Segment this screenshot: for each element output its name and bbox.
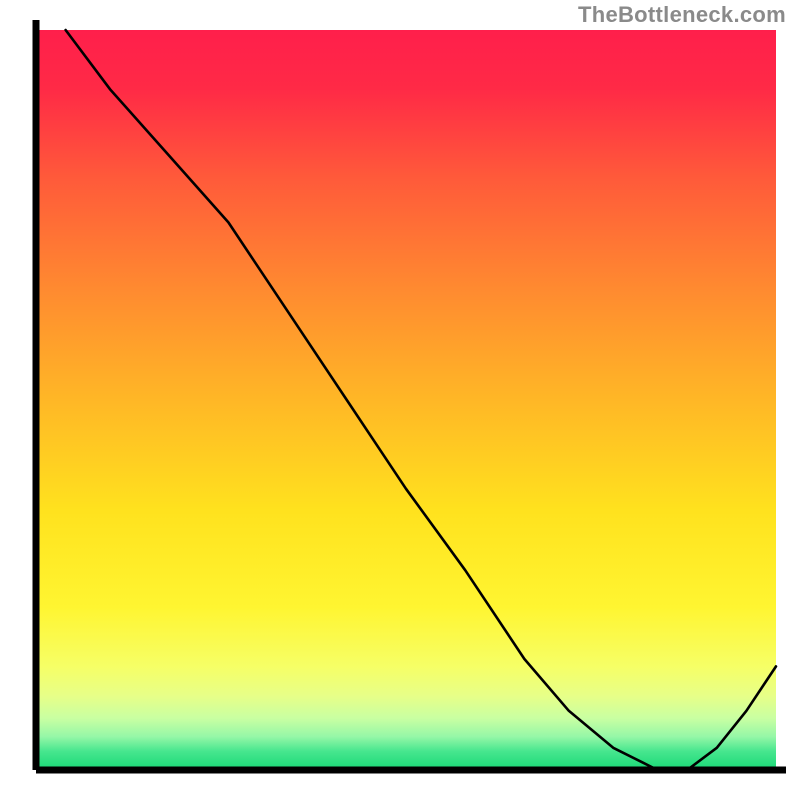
watermark-text: TheBottleneck.com: [578, 2, 786, 28]
bottleneck-chart: TheBottleneck.com: [0, 0, 800, 800]
chart-svg: [0, 0, 800, 800]
plot-background: [36, 30, 776, 770]
